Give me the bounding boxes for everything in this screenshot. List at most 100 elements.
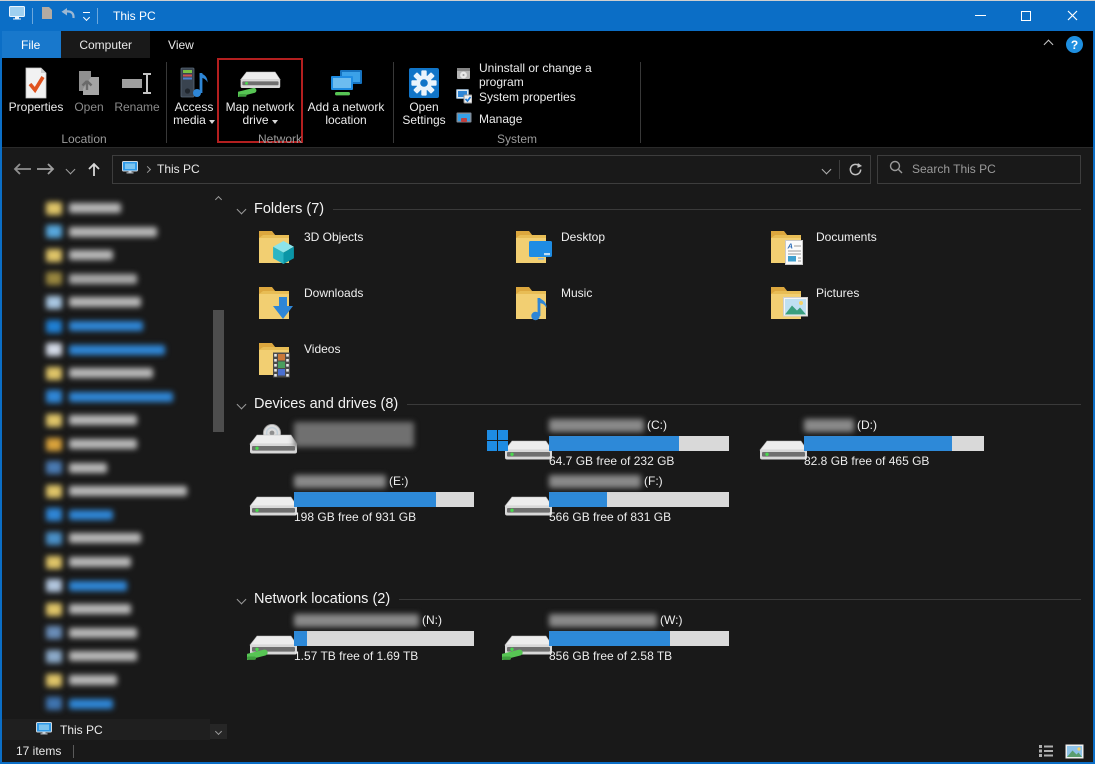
folder-tile-3d-objects[interactable]: 3D Objects [257, 223, 497, 273]
tree-item-redacted[interactable] [2, 361, 210, 385]
qat-properties-icon[interactable] [40, 6, 53, 25]
folder-tile-pictures[interactable]: Pictures [769, 279, 1009, 329]
tree-item-redacted[interactable] [2, 385, 210, 409]
drive-tile-cd[interactable] [247, 418, 489, 472]
tree-item-redacted[interactable] [2, 243, 210, 267]
tree-item-icon [46, 225, 62, 238]
manage-button[interactable]: Manage [452, 110, 638, 128]
file-explorer-window: This PC File Computer View ? Properties … [0, 0, 1095, 764]
tree-item-label-redacted [69, 628, 137, 638]
tree-item-label-redacted [69, 651, 137, 661]
cd-drive-icon [247, 424, 299, 466]
drive-tile-w[interactable]: (W:)856 GB free of 2.58 TB [502, 613, 744, 667]
tree-item-redacted[interactable] [2, 550, 210, 574]
tab-view[interactable]: View [150, 31, 212, 58]
folder-tile-documents[interactable]: ADocuments [769, 223, 1009, 273]
tree-item-redacted[interactable] [2, 314, 210, 338]
thumbnails-view-button[interactable] [1063, 742, 1085, 760]
collapse-chevron-icon[interactable] [237, 399, 247, 409]
properties-button[interactable]: Properties [4, 61, 68, 130]
collapse-chevron-icon[interactable] [237, 204, 247, 214]
tree-item-label-redacted [69, 227, 157, 237]
tree-item-redacted[interactable] [2, 692, 210, 716]
scroll-up-icon[interactable] [210, 192, 227, 207]
tree-item-redacted[interactable] [2, 644, 210, 668]
add-network-location-button[interactable]: Add a network location [301, 61, 391, 130]
drive-name-redacted [294, 475, 386, 488]
tree-item-redacted[interactable] [2, 290, 210, 314]
tab-file[interactable]: File [0, 31, 61, 58]
system-menu-list: Uninstall or change a program System pro… [452, 61, 638, 130]
drive-tile-e[interactable]: (E:)198 GB free of 931 GB [247, 474, 489, 528]
tree-item-redacted[interactable] [2, 432, 210, 456]
collapse-chevron-icon[interactable] [237, 594, 247, 604]
tree-item-redacted[interactable] [2, 479, 210, 503]
help-icon[interactable]: ? [1066, 36, 1083, 53]
access-media-button[interactable]: Access media [169, 61, 219, 130]
drive-tile-n[interactable]: (N:)1.57 TB free of 1.69 TB [247, 613, 489, 667]
tab-computer[interactable]: Computer [61, 31, 150, 58]
section-header-network[interactable]: Network locations (2) [238, 590, 1081, 608]
folder-tile-music[interactable]: Music [514, 279, 754, 329]
search-input[interactable]: Search This PC [877, 155, 1081, 184]
details-view-button[interactable] [1035, 742, 1057, 760]
tree-item-redacted[interactable] [2, 574, 210, 598]
tree-item-this-pc[interactable]: This PC [2, 719, 210, 740]
undo-icon[interactable] [60, 7, 76, 25]
drive-letter: (D:) [857, 418, 877, 432]
folder-label: Downloads [304, 286, 363, 329]
refresh-button[interactable] [840, 156, 870, 183]
map-network-drive-button[interactable]: Map network drive [219, 61, 301, 130]
minimize-button[interactable] [957, 0, 1003, 31]
tree-item-redacted[interactable] [2, 621, 210, 645]
address-dropdown-button[interactable] [813, 156, 839, 183]
qat-customize-icon[interactable] [83, 12, 90, 20]
tree-item-redacted[interactable] [2, 503, 210, 527]
status-separator [73, 745, 74, 758]
drive-tile-f[interactable]: (F:)566 GB free of 831 GB [502, 474, 744, 528]
tree-item-label-redacted [69, 439, 137, 449]
tree-item-redacted[interactable] [2, 456, 210, 480]
open-button[interactable]: Open [68, 61, 110, 130]
tree-item-icon [46, 650, 62, 663]
tree-item-redacted[interactable] [2, 338, 210, 362]
tree-item-redacted[interactable] [2, 408, 210, 432]
up-button[interactable] [82, 156, 106, 182]
rename-button[interactable]: Rename [110, 61, 164, 130]
sidebar-scrollbar[interactable] [210, 190, 227, 740]
address-bar[interactable]: This PC [112, 155, 871, 184]
tree-item-redacted[interactable] [2, 267, 210, 291]
folder-tile-downloads[interactable]: Downloads [257, 279, 497, 329]
manage-label: Manage [479, 112, 522, 126]
breadcrumb[interactable]: This PC [157, 162, 200, 176]
close-button[interactable] [1049, 0, 1095, 31]
open-settings-button[interactable]: Open Settings [396, 61, 452, 130]
folder-tile-videos[interactable]: Videos [257, 335, 497, 385]
tree-item-icon [46, 367, 62, 380]
network-drive-icon [247, 625, 299, 667]
back-button[interactable] [10, 156, 34, 182]
scroll-down-icon[interactable] [210, 724, 227, 739]
minimize-ribbon-icon[interactable] [1044, 40, 1054, 50]
this-pc-icon [36, 722, 52, 738]
section-header-folders[interactable]: Folders (7) [238, 200, 1081, 218]
folder-tile-desktop[interactable]: Desktop [514, 223, 754, 273]
system-properties-button[interactable]: System properties [452, 88, 638, 106]
maximize-button[interactable] [1003, 0, 1049, 31]
breadcrumb-chevron-icon[interactable] [144, 165, 151, 172]
tree-item-redacted[interactable] [2, 220, 210, 244]
capacity-bar-fill [294, 631, 307, 646]
scrollbar-thumb[interactable] [213, 310, 224, 432]
tree-item-redacted[interactable] [2, 196, 210, 220]
tree-item-redacted[interactable] [2, 526, 210, 550]
section-header-devices[interactable]: Devices and drives (8) [238, 395, 1081, 413]
free-space-label: 1.57 TB free of 1.69 TB [294, 649, 484, 663]
forward-button[interactable] [34, 156, 58, 182]
tree-item-redacted[interactable] [2, 668, 210, 692]
uninstall-program-button[interactable]: Uninstall or change a program [452, 66, 638, 84]
recent-locations-button[interactable] [58, 156, 82, 182]
tree-item-redacted[interactable] [2, 597, 210, 621]
capacity-bar-fill [549, 436, 679, 451]
drive-tile-d[interactable]: (D:)82.8 GB free of 465 GB [757, 418, 999, 472]
drive-tile-c[interactable]: (C:)64.7 GB free of 232 GB [502, 418, 744, 472]
